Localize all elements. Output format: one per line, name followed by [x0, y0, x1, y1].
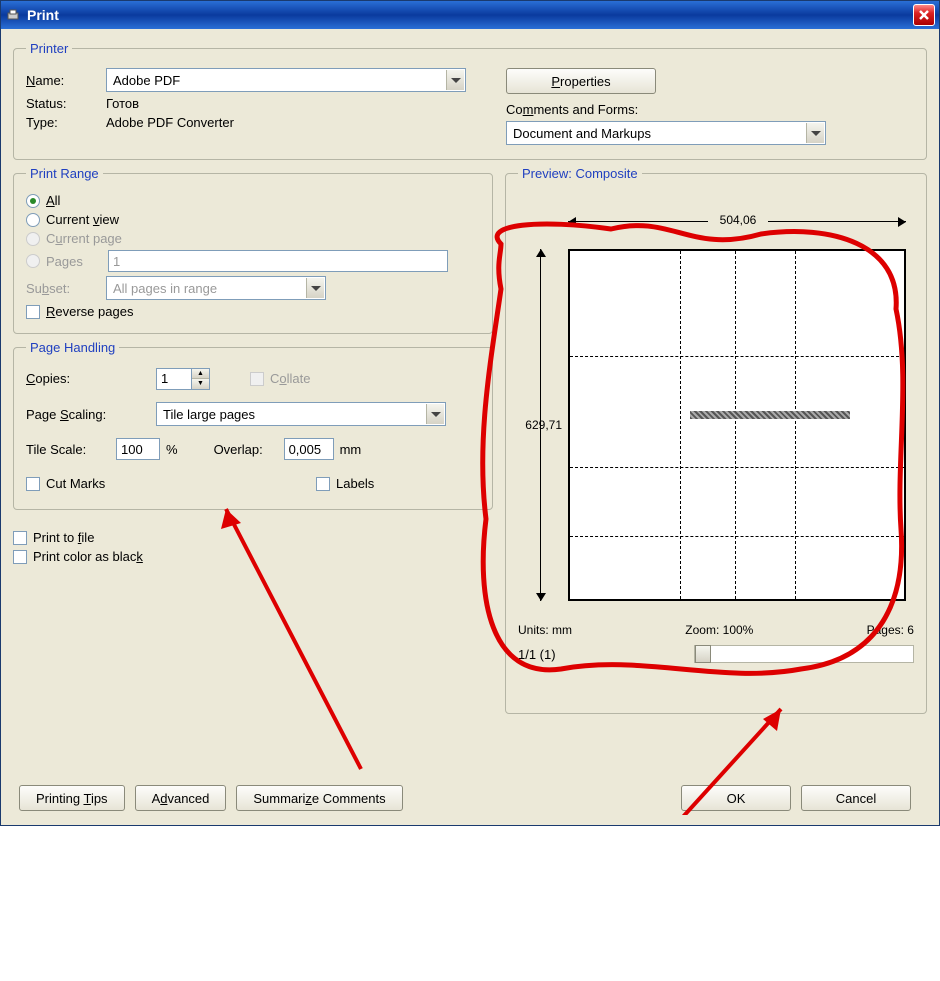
summarize-comments-button[interactable]: Summarize Comments [236, 785, 402, 811]
comments-value: Document and Markups [513, 126, 651, 141]
ok-button[interactable]: OK [681, 785, 791, 811]
checkbox-icon [13, 550, 27, 564]
print-color-black-checkbox[interactable]: Print color as black [13, 549, 493, 564]
radio-current-page: Current page [26, 231, 480, 246]
overlap-label: Overlap: [214, 442, 284, 457]
checkbox-icon [26, 305, 40, 319]
preview-area: 504,06 629,71 [518, 189, 914, 579]
window-title: Print [27, 7, 939, 23]
overlap-input[interactable] [284, 438, 334, 460]
radio-icon [26, 254, 40, 268]
chevron-down-icon [306, 278, 324, 298]
tilescale-input[interactable] [116, 438, 160, 460]
pages-input [108, 250, 448, 272]
radio-all[interactable]: All [26, 193, 480, 208]
subset-select: All pages in range [106, 276, 326, 300]
print-icon [5, 7, 21, 23]
chevron-down-icon [806, 123, 824, 143]
close-button[interactable] [913, 4, 935, 26]
page-handling-group: Page Handling Copies: ▲ ▼ [13, 340, 493, 510]
copies-input[interactable] [156, 368, 192, 390]
subset-value: All pages in range [113, 281, 217, 296]
radio-icon [26, 194, 40, 208]
page-slider[interactable] [694, 645, 914, 663]
range-legend: Print Range [26, 166, 103, 181]
radio-current-view[interactable]: Current view [26, 212, 480, 227]
type-label: Type: [26, 115, 106, 130]
spin-down-icon[interactable]: ▼ [192, 379, 209, 389]
spin-up-icon[interactable]: ▲ [192, 369, 209, 380]
radio-pages: Pages [26, 250, 480, 272]
name-label: Name: [26, 73, 106, 88]
chevron-down-icon [446, 70, 464, 90]
print-to-file-checkbox[interactable]: Print to file [13, 530, 493, 545]
subset-label: Subset: [26, 281, 106, 296]
collate-checkbox: Collate [250, 371, 310, 386]
printer-legend: Printer [26, 41, 72, 56]
overlap-unit: mm [340, 442, 362, 457]
cancel-button[interactable]: Cancel [801, 785, 911, 811]
copies-label: Copies: [26, 371, 156, 386]
cutmarks-checkbox[interactable]: Cut Marks [26, 476, 316, 491]
radio-icon [26, 232, 40, 246]
titlebar: Print [1, 1, 939, 29]
print-dialog: Print Printer Name: Adobe PDF S [0, 0, 940, 826]
printer-group: Printer Name: Adobe PDF Status: Готов [13, 41, 927, 160]
bottom-button-row: Printing Tips Advanced Summarize Comment… [19, 785, 921, 811]
chevron-down-icon [426, 404, 444, 424]
handling-legend: Page Handling [26, 340, 119, 355]
printer-name-select[interactable]: Adobe PDF [106, 68, 466, 92]
reverse-checkbox[interactable]: Reverse pages [26, 304, 480, 319]
preview-group: Preview: Composite 504,06 629,71 [505, 166, 927, 714]
checkbox-icon [250, 372, 264, 386]
status-label: Status: [26, 96, 106, 111]
preview-info-row: Units: mm Zoom: 100% Pages: 6 [518, 623, 914, 637]
scaling-value: Tile large pages [163, 407, 255, 422]
tile-divider-horizontal [570, 356, 904, 357]
center-line-vertical [735, 251, 736, 599]
scaling-select[interactable]: Tile large pages [156, 402, 446, 426]
type-value: Adobe PDF Converter [106, 115, 234, 130]
printing-tips-button[interactable]: Printing Tips [19, 785, 125, 811]
preview-paper [568, 249, 906, 601]
checkbox-icon [316, 477, 330, 491]
units-info: Units: mm [518, 623, 572, 637]
preview-content [690, 411, 850, 419]
print-range-group: Print Range All Current view Current pag… [13, 166, 493, 334]
comments-label: Comments and Forms: [506, 102, 638, 117]
center-line-horizontal [570, 536, 904, 537]
scaling-label: Page Scaling: [26, 407, 156, 422]
printer-name-value: Adobe PDF [113, 73, 180, 88]
dialog-body: Printer Name: Adobe PDF Status: Готов [1, 29, 939, 825]
tile-divider-vertical [680, 251, 681, 599]
radio-icon [26, 213, 40, 227]
preview-width-label: 504,06 [708, 213, 768, 227]
status-value: Готов [106, 96, 139, 111]
checkbox-icon [13, 531, 27, 545]
properties-button[interactable]: Properties [506, 68, 656, 94]
checkbox-icon [26, 477, 40, 491]
labels-checkbox[interactable]: Labels [316, 476, 374, 491]
spin-buttons[interactable]: ▲ ▼ [192, 368, 210, 390]
page-indicator: 1/1 (1) [518, 647, 556, 662]
tilescale-label: Tile Scale: [26, 442, 116, 457]
comments-select[interactable]: Document and Markups [506, 121, 826, 145]
copies-spinner[interactable]: ▲ ▼ [156, 368, 210, 390]
slider-thumb[interactable] [695, 645, 711, 663]
zoom-info: Zoom: 100% [685, 623, 753, 637]
preview-legend: Preview: Composite [518, 166, 642, 181]
tilescale-unit: % [166, 442, 178, 457]
preview-height-label: 629,71 [518, 249, 566, 601]
pages-info: Pages: 6 [867, 623, 914, 637]
tile-divider-vertical [795, 251, 796, 599]
tile-divider-horizontal [570, 467, 904, 468]
advanced-button[interactable]: Advanced [135, 785, 227, 811]
